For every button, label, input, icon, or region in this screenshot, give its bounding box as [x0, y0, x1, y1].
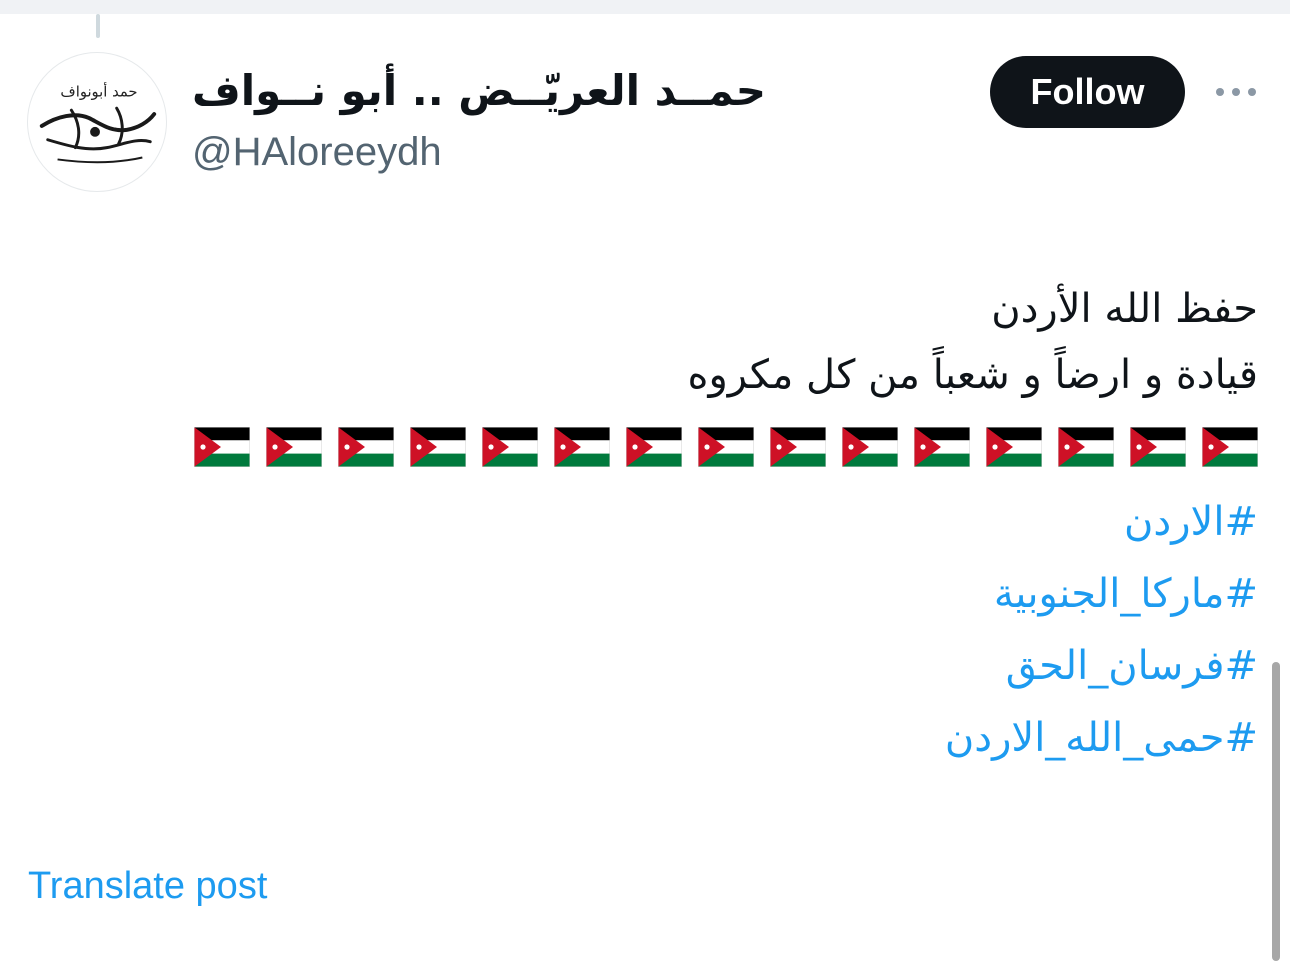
post-text: حفظ الله الأردن قيادة و ارضاً و شعباً من…: [58, 276, 1258, 774]
author-display-name[interactable]: حمــد العريّــض .. أبو نــواف: [192, 62, 792, 120]
avatar[interactable]: حمد أبونواف: [27, 52, 167, 192]
jordan-flag-icon: [986, 427, 1042, 467]
jordan-flag-icon: [1202, 427, 1258, 467]
scrollbar[interactable]: [1272, 662, 1280, 961]
jordan-flag-icon: [410, 427, 466, 467]
more-horizontal-icon: [1216, 88, 1256, 96]
more-options-button[interactable]: [1212, 72, 1260, 112]
avatar-logo-text: حمد أبونواف: [60, 81, 137, 100]
jordan-flag-icon: [626, 427, 682, 467]
hashtag-link[interactable]: #الاردن: [58, 486, 1258, 558]
jordan-flag-icon: [482, 427, 538, 467]
previous-post-strip: [0, 0, 1290, 14]
jordan-flag-icon: [194, 427, 250, 467]
hashtag-list: #الاردن #ماركا_الجنوبية #فرسان_الحق #حمى…: [58, 486, 1258, 774]
post-text-line-2: قيادة و ارضاً و شعباً من كل مكروه: [687, 352, 1258, 398]
follow-button[interactable]: Follow: [990, 56, 1185, 128]
hashtag-link[interactable]: #ماركا_الجنوبية: [58, 558, 1258, 630]
flag-emoji-row: [58, 416, 1258, 478]
jordan-flag-icon: [554, 427, 610, 467]
jordan-flag-icon: [338, 427, 394, 467]
jordan-flag-icon: [698, 427, 754, 467]
post-view: حمد أبونواف حمــد العريّــض .. أبو نــوا…: [0, 0, 1290, 961]
jordan-flag-icon: [1058, 427, 1114, 467]
translate-post-link[interactable]: Translate post: [28, 862, 267, 910]
jordan-flag-icon: [1130, 427, 1186, 467]
jordan-flag-icon: [842, 427, 898, 467]
jordan-flag-icon: [770, 427, 826, 467]
author-handle[interactable]: @HAloreeydh: [192, 126, 442, 178]
hashtag-link[interactable]: #حمى_الله_الاردن: [58, 702, 1258, 774]
thread-connector-line: [96, 14, 100, 38]
post-text-line-1: حفظ الله الأردن: [991, 286, 1258, 332]
jordan-flag-icon: [914, 427, 970, 467]
jordan-flag-icon: [266, 427, 322, 467]
avatar-logo-icon: حمد أبونواف: [39, 81, 157, 164]
hashtag-link[interactable]: #فرسان_الحق: [58, 630, 1258, 702]
